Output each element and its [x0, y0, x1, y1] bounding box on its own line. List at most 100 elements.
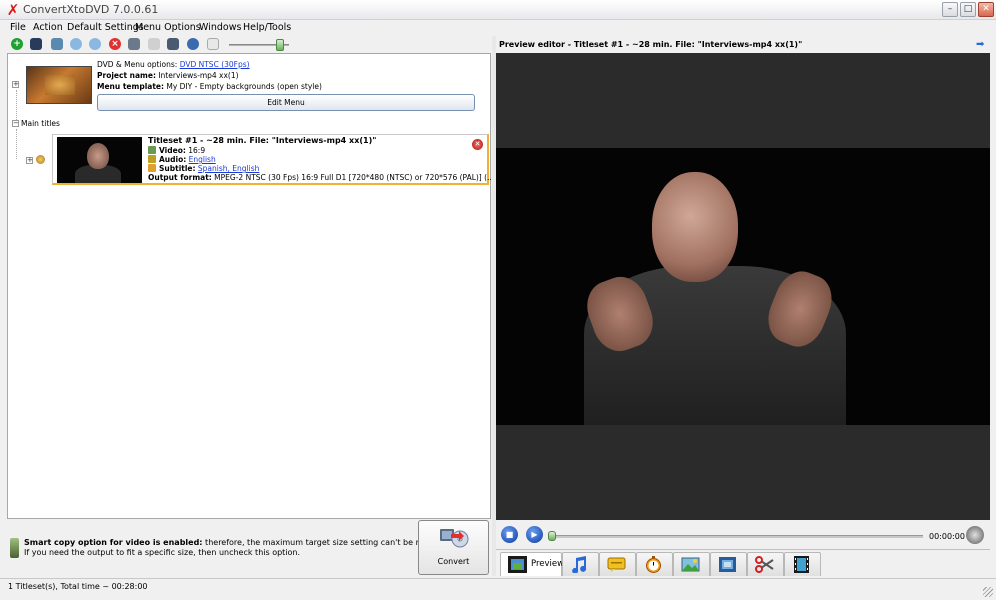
resize-grip-icon[interactable] [983, 587, 993, 597]
convert-label: Convert [437, 557, 470, 566]
project-name-label: Project name: [97, 71, 156, 80]
menu-template-value: My DIY - Empty backgrounds (open style) [166, 82, 322, 91]
project-tree-panel: + DVD & Menu options: DVD NTSC (30Fps) P… [7, 53, 494, 519]
picture-edit-icon [681, 557, 700, 572]
video-row: Video: 16:9 [148, 146, 205, 155]
tab-picture[interactable] [673, 552, 710, 576]
output-format-label: Output format: [148, 173, 212, 182]
stop-button[interactable]: ■ [501, 526, 518, 543]
maximize-button[interactable]: □ [960, 2, 976, 17]
volume-icon[interactable] [966, 526, 984, 544]
monitor-icon[interactable] [167, 38, 179, 50]
chapters-icon[interactable] [148, 38, 160, 50]
video-value: 16:9 [188, 146, 206, 155]
tab-preview[interactable]: Preview [500, 552, 565, 576]
project-name-row: Project name: Interviews-mp4 xx(1) [97, 71, 239, 80]
output-format-value: MPEG-2 NTSC (30 Fps) 16:9 Full D1 [720*4… [214, 173, 495, 182]
film-strip-icon [794, 556, 809, 573]
smart-copy-notice: Smart copy option for video is enabled: … [7, 522, 463, 574]
output-format-row: Output format: MPEG-2 NTSC (30 Fps) 16:9… [148, 173, 494, 182]
titleset-node-icon [36, 155, 45, 164]
video-icon [148, 146, 156, 154]
audio-icon [148, 155, 156, 163]
music-note-icon [572, 556, 587, 573]
titleset-card[interactable]: Titleset #1 - ~28 min. File: "Interviews… [52, 134, 494, 185]
convert-disc-icon [440, 529, 469, 548]
menu-action[interactable]: Action [33, 22, 63, 33]
tab-trim[interactable] [747, 552, 784, 576]
scissors-icon [755, 556, 774, 573]
menu-default-settings[interactable]: Default Settings [67, 22, 144, 33]
tab-audio[interactable] [562, 552, 599, 576]
preview-area [496, 53, 990, 520]
menu-windows[interactable]: Windows [199, 22, 241, 33]
dvd-menu-card[interactable]: DVD & Menu options: DVD NTSC (30Fps) Pro… [20, 56, 488, 114]
remove-icon[interactable]: × [109, 38, 121, 50]
audio-link[interactable]: English [189, 155, 216, 164]
film-preview-icon [508, 556, 527, 573]
subtitle-row: Subtitle: Spanish, English [148, 164, 259, 173]
subtitle-icon [148, 164, 156, 172]
main-titles-label: Main titles [21, 119, 60, 128]
globe-icon[interactable] [187, 38, 199, 50]
dvd-format-link[interactable]: DVD NTSC (30Fps) [180, 60, 250, 69]
status-bar: 1 Titleset(s), Total time ~ 00:28:00 [0, 578, 996, 600]
tab-video-filters[interactable] [784, 552, 821, 576]
smart-copy-line-1: Smart copy option for video is enabled: … [24, 538, 463, 547]
menu-help-tools[interactable]: Help/Tools [243, 22, 291, 33]
video-frame [496, 148, 990, 425]
play-button[interactable]: ▶ [526, 526, 543, 543]
tab-preview-label: Preview [531, 559, 565, 569]
tools-icon[interactable] [128, 38, 140, 50]
menu-thumbnail [26, 66, 92, 104]
audio-row: Audio: English [148, 155, 216, 164]
settings-grid-icon[interactable] [51, 38, 63, 50]
seek-thumb[interactable] [548, 531, 556, 541]
document-icon[interactable] [207, 38, 219, 50]
menu-template-label: Menu template: [97, 82, 164, 91]
project-name-value: Interviews-mp4 xx(1) [158, 71, 239, 80]
subtitle-icon [607, 557, 626, 572]
menu-file[interactable]: File [10, 22, 26, 33]
smart-copy-line-2: If you need the output to fit a specific… [24, 548, 301, 557]
tab-aspect[interactable] [710, 552, 747, 576]
tree-connector [16, 129, 17, 159]
editor-tab-bar: Preview [496, 549, 990, 576]
menu-template-row: Menu template: My DIY - Empty background… [97, 82, 322, 91]
lock-icon [10, 538, 19, 558]
collapse-main-titles-icon[interactable]: − [12, 120, 19, 127]
add-file-icon[interactable]: + [11, 38, 23, 50]
move-up-icon[interactable] [70, 38, 82, 50]
window-title: ConvertXtoDVD 7.0.0.61 [23, 3, 159, 16]
subtitle-label: Subtitle: [159, 164, 196, 173]
stopwatch-icon [646, 556, 661, 573]
convert-button[interactable]: Convert [418, 520, 489, 575]
zoom-slider-thumb[interactable] [276, 39, 284, 51]
menu-menu-options[interactable]: Menu Options [135, 22, 201, 33]
app-logo-icon: ✗ [6, 1, 20, 19]
playback-bar: ■ ▶ 00:00:00 [496, 523, 990, 549]
expand-menu-node-icon[interactable]: + [12, 81, 19, 88]
tab-subtitles[interactable] [599, 552, 636, 576]
menu-options-row: DVD & Menu options: DVD NTSC (30Fps) [97, 60, 250, 69]
preview-header: Preview editor - Titleset #1 - ~28 min. … [496, 36, 990, 53]
menu-bar: File Action Default Settings Menu Option… [0, 20, 996, 36]
move-down-icon[interactable] [89, 38, 101, 50]
minimize-button[interactable]: – [942, 2, 958, 17]
remove-titleset-icon[interactable]: ✕ [472, 139, 483, 150]
subtitle-link[interactable]: Spanish, English [198, 164, 259, 173]
tab-chapters[interactable] [636, 552, 673, 576]
titleset-title: Titleset #1 - ~28 min. File: "Interviews… [148, 136, 377, 145]
video-label: Video: [159, 146, 186, 155]
save-project-icon[interactable] [30, 38, 42, 50]
expand-titleset-icon[interactable]: + [26, 157, 33, 164]
time-display: 00:00:00 [929, 532, 965, 541]
seek-track[interactable] [551, 535, 923, 538]
options-label: DVD & Menu options: [97, 60, 178, 69]
close-button[interactable]: ✕ [978, 2, 994, 17]
edit-menu-button[interactable]: Edit Menu [97, 94, 475, 111]
arrow-right-icon[interactable]: ➡ [976, 39, 987, 50]
titleset-thumbnail [57, 137, 142, 183]
smart-copy-heading: Smart copy option for video is enabled: [24, 538, 203, 547]
main-toolbar: + × [0, 36, 493, 53]
